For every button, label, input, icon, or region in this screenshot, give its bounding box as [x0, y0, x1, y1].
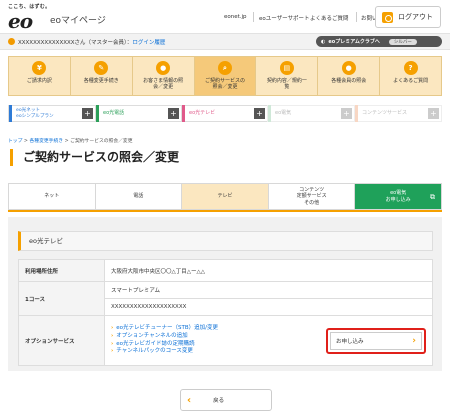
tab-electric-apply[interactable]: eo電気 お申し込み ⧉	[355, 184, 441, 209]
option-link-stb[interactable]: eo光テレビチューナー（STB）追加/変更	[111, 325, 218, 333]
course-id: XXXXXXXXXXXXXXXXXXXX	[104, 298, 433, 316]
breadcrumb: トップ > 各種変更手続き > ご契約サービスの照会／変更	[8, 139, 133, 144]
user-suffix: さん（マスター会員）	[74, 40, 127, 46]
course-label: 1コース	[18, 281, 105, 316]
nav-billing[interactable]: ¥ ご請求内訳	[9, 57, 71, 95]
user-info: XXXXXXXXXXXXXXXさん（マスター会員）：ログイン履歴	[18, 40, 166, 46]
nav-members[interactable]: ● 各種会員の照会	[318, 57, 381, 95]
nav-customer-info[interactable]: ● お客さま情報の照 会／変更	[133, 57, 195, 95]
question-icon: ?	[403, 61, 418, 75]
address-value: 大阪府大阪市中央区〇〇△丁目△ー△△	[104, 259, 433, 282]
tab-contents[interactable]: コンテンツ 定額サービス その他	[268, 184, 356, 209]
main-nav: ¥ ご請求内訳 ✎ 各種変更手続き ● お客さま情報の照 会／変更 ⌕ ご契約サービスの…	[8, 56, 442, 96]
apply-label: お申し込み	[336, 338, 364, 345]
service-tab-electric[interactable]: eo電気 +	[267, 105, 355, 122]
tab-electric-label: eo電気 お申し込み	[385, 190, 411, 203]
option-link-channel[interactable]: オプションチャンネルの追加	[111, 333, 218, 341]
chevron-left-icon: ‹	[187, 394, 192, 406]
document-icon: ▤	[279, 61, 294, 75]
plus-icon: +	[254, 108, 265, 119]
logout-label: ログアウト	[398, 13, 433, 21]
breadcrumb-procedures[interactable]: 各種変更手続き	[29, 139, 63, 144]
premium-club-button[interactable]: ◐ eoプレミアムクラブへ シルバー	[316, 36, 442, 47]
service-tab-contents[interactable]: コンテンツサービス +	[354, 105, 442, 122]
header-link-faq[interactable]: よくあるご質問	[310, 14, 349, 22]
user-icon	[8, 38, 15, 45]
site-title: eoマイページ	[50, 16, 106, 26]
address-label: 利用場所住所	[18, 259, 105, 282]
option-link-pack[interactable]: チャンネルパックのコース変更	[111, 348, 218, 356]
nav-contract-services[interactable]: ⌕ ご契約サービスの 照会／変更	[194, 57, 257, 95]
nav-faq[interactable]: ? よくあるご質問	[380, 57, 441, 95]
header-link-eonet[interactable]: eonet.jp	[224, 14, 247, 20]
breadcrumb-top[interactable]: トップ	[8, 139, 22, 144]
service-tab-tv[interactable]: eo光テレビ +	[181, 105, 268, 122]
table-row: オプションサービス eo光テレビチューナー（STB）追加/変更 オプションチャン…	[18, 315, 433, 366]
nav-terms[interactable]: ▤ 契約内容／規約一 覧	[256, 57, 319, 95]
apply-highlight: お申し込み ›	[326, 327, 426, 354]
logout-button[interactable]: ログアウト	[375, 6, 441, 28]
eo-logo[interactable]: eo	[8, 9, 33, 33]
edit-icon: ✎	[94, 61, 109, 75]
tab-phone[interactable]: 電話	[95, 184, 183, 209]
logout-icon	[382, 11, 393, 23]
chevron-right-icon: ›	[412, 335, 416, 346]
plus-icon: +	[341, 108, 352, 119]
category-tabs: ネット 電話 テレビ コンテンツ 定額サービス その他 eo電気 お申し込み ⧉	[8, 183, 442, 210]
plus-icon: +	[82, 108, 93, 119]
service-tab-phone[interactable]: eo光電話 +	[95, 105, 182, 122]
premium-icon: ◐	[321, 38, 326, 45]
tab-tv[interactable]: テレビ	[182, 184, 269, 209]
service-table: 利用場所住所 大阪府大阪市中央区〇〇△丁目△ー△△ 1コース スマートプレミアム…	[18, 259, 433, 366]
header-divider	[253, 12, 254, 22]
option-links: eo光テレビチューナー（STB）追加/変更 オプションチャンネルの追加 eo光テ…	[111, 325, 218, 356]
yen-icon: ¥	[32, 61, 47, 75]
section-title: eo光テレビ	[18, 231, 433, 251]
nav-procedures[interactable]: ✎ 各種変更手続き	[71, 57, 133, 95]
plus-icon: +	[428, 108, 439, 119]
page-title: ご契約サービスの照会／変更	[10, 149, 179, 166]
header-link-support[interactable]: eoユーザーサポート	[259, 14, 310, 22]
person-icon: ●	[156, 61, 171, 75]
members-icon: ●	[341, 61, 356, 75]
tab-net[interactable]: ネット	[9, 184, 96, 209]
plus-icon: +	[168, 108, 179, 119]
back-label: 戻る	[213, 398, 225, 404]
table-row: 利用場所住所 大阪府大阪市中央区〇〇△丁目△ー△△	[18, 259, 433, 282]
back-button[interactable]: ‹ 戻る	[180, 389, 272, 411]
premium-label: eoプレミアムクラブへ	[328, 39, 380, 45]
tab-underline	[8, 210, 442, 212]
breadcrumb-current: ご契約サービスの照会／変更	[70, 139, 133, 144]
rank-badge: シルバー	[388, 38, 417, 45]
apply-button[interactable]: お申し込み ›	[330, 331, 422, 350]
option-label: オプションサービス	[18, 315, 105, 366]
user-name: XXXXXXXXXXXXXXX	[18, 40, 75, 46]
course-value: スマートプレミアム	[104, 281, 433, 299]
header-divider	[356, 12, 357, 22]
search-icon: ⌕	[218, 61, 232, 75]
external-link-icon: ⧉	[429, 193, 435, 201]
login-history-link[interactable]: ログイン履歴	[132, 40, 165, 46]
table-row: 1コース スマートプレミアム	[18, 281, 433, 316]
service-tab-net[interactable]: eo光ネット eoシンプルプラン +	[8, 105, 96, 122]
